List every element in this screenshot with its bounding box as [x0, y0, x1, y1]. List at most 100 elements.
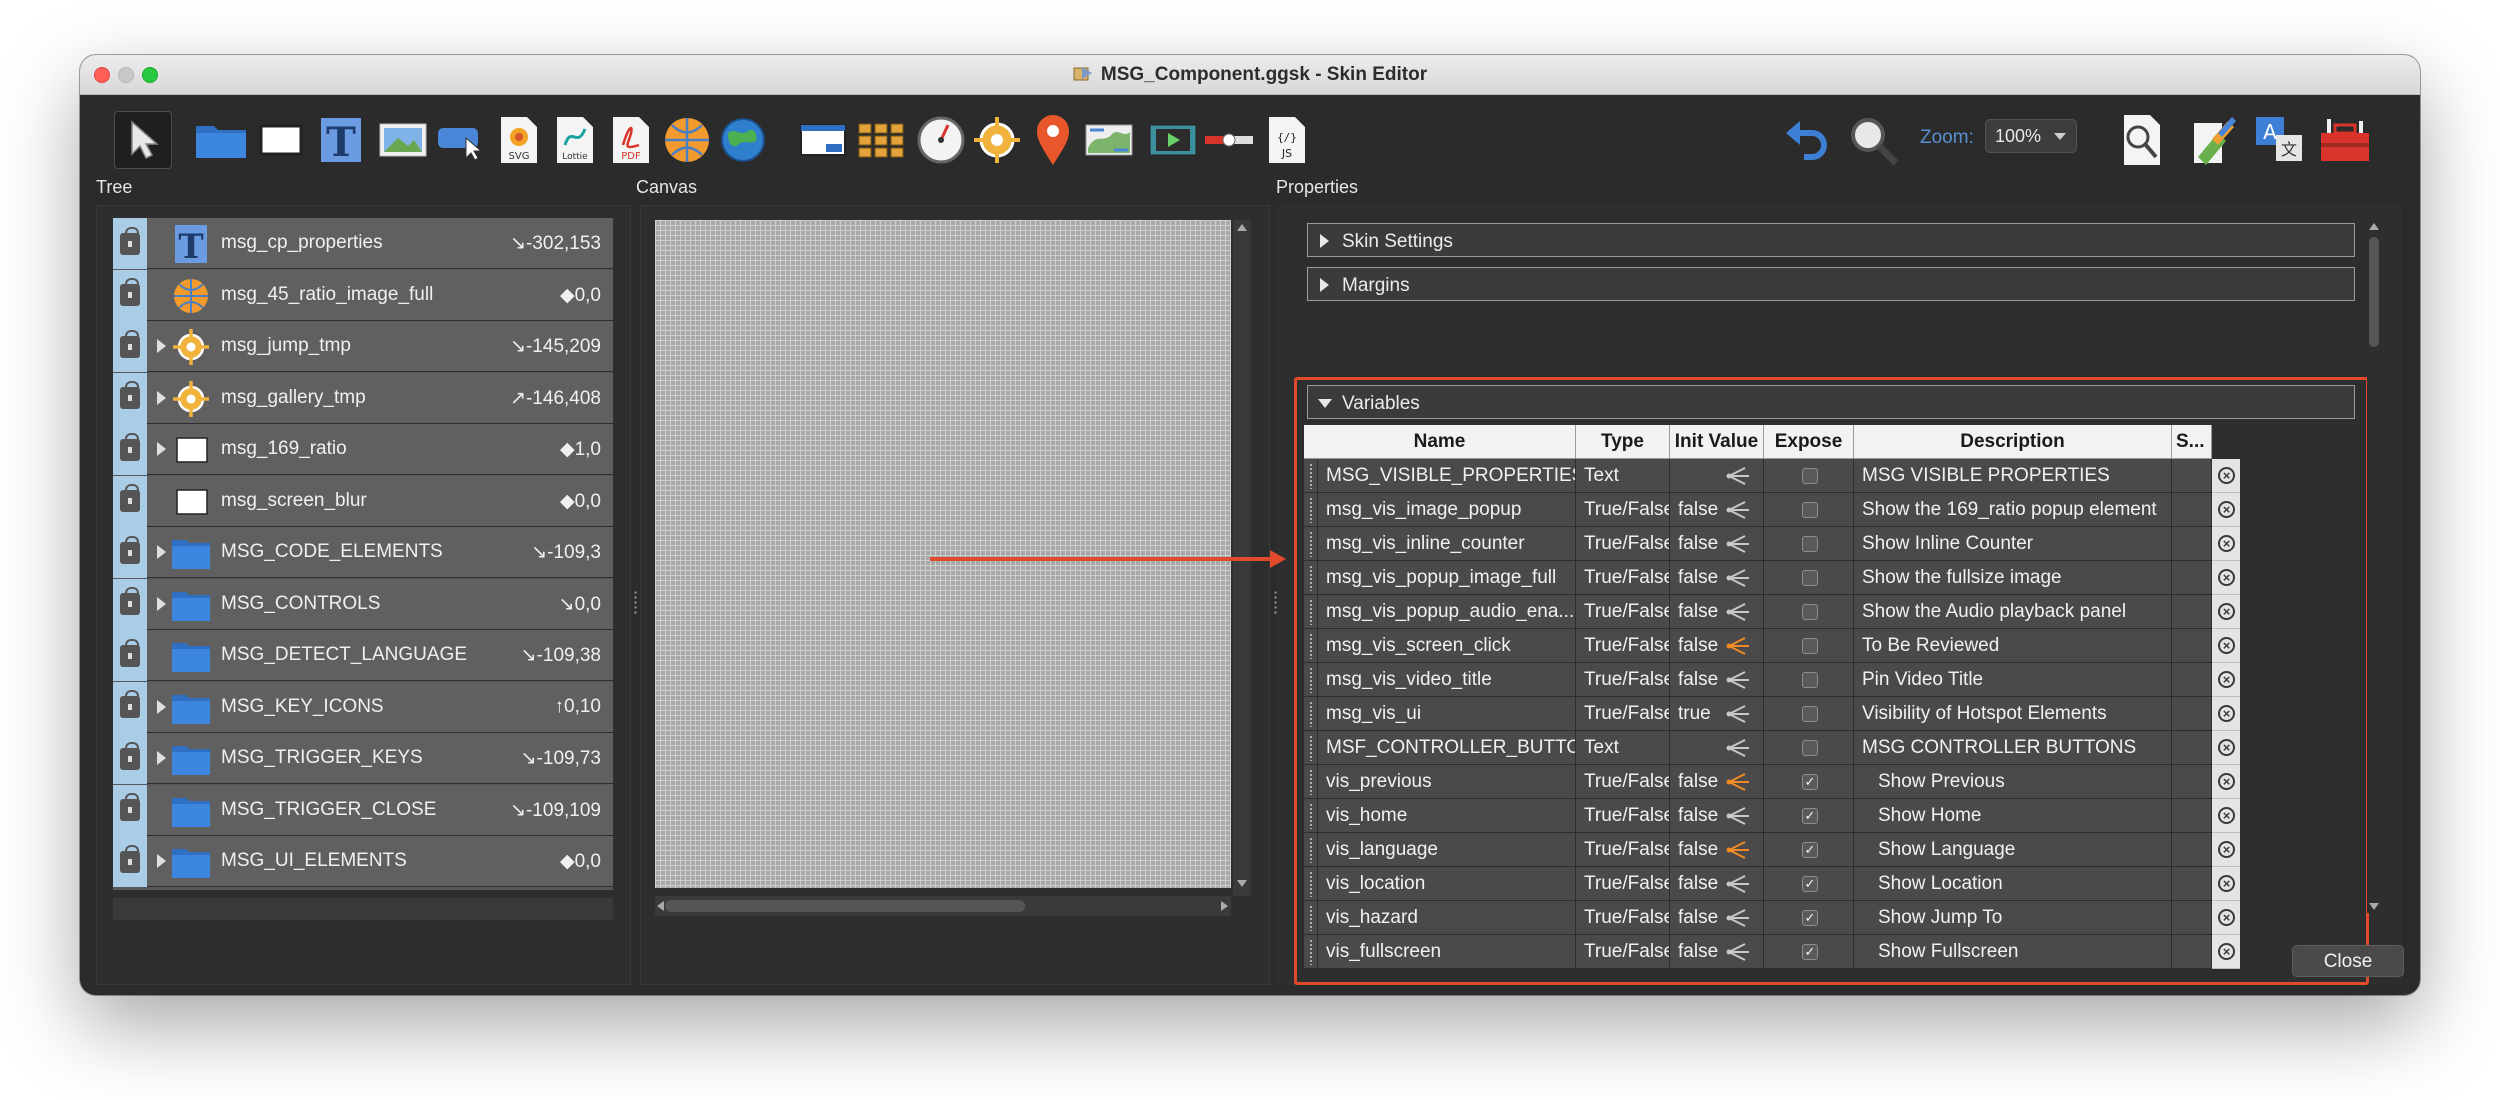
expose-checkbox[interactable]: ✓ — [1802, 876, 1818, 892]
cloud-tool-button[interactable] — [714, 111, 772, 169]
theme-tool-button[interactable] — [2184, 111, 2242, 169]
column-header-s[interactable]: S... — [2172, 425, 2212, 459]
variable-name-cell[interactable]: msg_vis_popup_image_full — [1318, 561, 1576, 595]
variable-row[interactable]: msg_vis_popup_image_full True/False false S… — [1304, 561, 2362, 595]
share-icon[interactable] — [1725, 464, 1751, 488]
map-image-tool-button[interactable] — [1080, 111, 1138, 169]
variable-s-cell[interactable] — [2172, 765, 2212, 799]
variable-row[interactable]: MSF_CONTROLLER_BUTTO... Text MSG CONTROLLE… — [1304, 731, 2362, 765]
share-icon[interactable] — [1725, 804, 1751, 828]
tools-tool-button[interactable] — [2316, 111, 2374, 169]
delete-circle-icon[interactable]: × — [2218, 671, 2235, 688]
delete-circle-icon[interactable]: × — [2218, 841, 2235, 858]
column-header-name[interactable]: Name — [1304, 425, 1576, 459]
row-drag-handle[interactable] — [1304, 459, 1318, 493]
variable-name-cell[interactable]: msg_vis_popup_audio_ena... — [1318, 595, 1576, 629]
column-header-init-value[interactable]: Init Value — [1670, 425, 1764, 459]
variable-type-cell[interactable]: True/False — [1576, 867, 1670, 901]
expose-checkbox[interactable] — [1802, 570, 1818, 586]
share-icon[interactable] — [1725, 838, 1751, 862]
zoom-select[interactable]: 100% — [1985, 119, 2077, 153]
variable-init-cell[interactable] — [1670, 459, 1764, 493]
variable-description-cell[interactable]: Show Jump To — [1854, 901, 2172, 935]
share-icon[interactable] — [1725, 906, 1751, 930]
expand-arrow-icon[interactable] — [157, 442, 166, 456]
variable-row[interactable]: MSG_VISIBLE_PROPERTIES Text MSG VISIBLE PR… — [1304, 459, 2362, 493]
row-drag-handle[interactable] — [1304, 595, 1318, 629]
properties-vertical-scrollbar[interactable] — [2367, 223, 2381, 913]
tree-horizontal-scrollbar[interactable] — [113, 898, 613, 920]
variable-name-cell[interactable]: msg_vis_image_popup — [1318, 493, 1576, 527]
delete-circle-icon[interactable]: × — [2218, 535, 2235, 552]
variable-row[interactable]: msg_vis_ui True/False true Visibility of Ho… — [1304, 697, 2362, 731]
text-tool-button[interactable]: T — [312, 111, 370, 169]
variable-type-cell[interactable]: True/False — [1576, 493, 1670, 527]
variable-init-cell[interactable]: false — [1670, 629, 1764, 663]
variable-description-cell[interactable]: Show Inline Counter — [1854, 527, 2172, 561]
scroll-down-icon[interactable] — [1237, 880, 1247, 887]
lock-toggle[interactable] — [113, 836, 147, 887]
expose-checkbox[interactable]: ✓ — [1802, 910, 1818, 926]
tree-row[interactable]: MSG_KEY_ICONS ↑0,10 — [113, 681, 613, 733]
share-icon[interactable] — [1725, 872, 1751, 896]
lock-toggle[interactable] — [113, 527, 147, 578]
variable-description-cell[interactable]: Pin Video Title — [1854, 663, 2172, 697]
delete-circle-icon[interactable]: × — [2218, 501, 2235, 518]
share-icon[interactable] — [1725, 770, 1751, 794]
variable-description-cell[interactable]: MSG CONTROLLER BUTTONS — [1854, 731, 2172, 765]
share-icon[interactable] — [1725, 566, 1751, 590]
variable-row[interactable]: msg_vis_popup_audio_ena... True/False fals… — [1304, 595, 2362, 629]
variable-name-cell[interactable]: MSG_VISIBLE_PROPERTIES — [1318, 459, 1576, 493]
variable-s-cell[interactable] — [2172, 901, 2212, 935]
variable-s-cell[interactable] — [2172, 493, 2212, 527]
variable-name-cell[interactable]: vis_location — [1318, 867, 1576, 901]
lock-toggle[interactable] — [113, 784, 147, 836]
variable-init-cell[interactable]: false — [1670, 765, 1764, 799]
variable-s-cell[interactable] — [2172, 867, 2212, 901]
delete-circle-icon[interactable]: × — [2218, 467, 2235, 484]
variable-type-cell[interactable]: True/False — [1576, 527, 1670, 561]
variable-description-cell[interactable]: Show Previous — [1854, 765, 2172, 799]
pdf-tool-button[interactable]: PDF — [602, 111, 660, 169]
variable-init-cell[interactable] — [1670, 731, 1764, 765]
variable-type-cell[interactable]: True/False — [1576, 833, 1670, 867]
tree-row[interactable]: msg_45_ratio_image_full ◆0,0 — [113, 269, 613, 321]
row-drag-handle[interactable] — [1304, 935, 1318, 969]
scroll-up-icon[interactable] — [1237, 224, 1247, 231]
canvas-grid[interactable] — [655, 220, 1231, 888]
delete-circle-icon[interactable]: × — [2218, 705, 2235, 722]
variable-init-cell[interactable]: false — [1670, 935, 1764, 969]
share-icon[interactable] — [1725, 634, 1751, 658]
variable-name-cell[interactable]: vis_language — [1318, 833, 1576, 867]
delete-circle-icon[interactable]: × — [2218, 875, 2235, 892]
image-tool-button[interactable] — [374, 111, 432, 169]
zoom-tool-button[interactable] — [1844, 111, 1902, 169]
variable-row[interactable]: vis_language True/False false ✓ Show Languag… — [1304, 833, 2362, 867]
variable-row[interactable]: vis_home True/False false ✓ Show Home × — [1304, 799, 2362, 833]
button-tool-button[interactable] — [432, 111, 490, 169]
expand-arrow-icon[interactable] — [157, 854, 166, 868]
variable-type-cell[interactable]: True/False — [1576, 595, 1670, 629]
row-drag-handle[interactable] — [1304, 867, 1318, 901]
share-icon[interactable] — [1725, 940, 1751, 964]
tree-row[interactable]: msg_gallery_tmp ↗-146,408 — [113, 372, 613, 424]
code-tool-button[interactable]: {/} JS — [1258, 111, 1316, 169]
lock-toggle[interactable] — [113, 269, 147, 321]
variable-row[interactable]: msg_vis_image_popup True/False false Show t… — [1304, 493, 2362, 527]
expand-arrow-icon[interactable] — [157, 339, 166, 353]
tree-row[interactable]: MSG_CONTROLS ↘0,0 — [113, 578, 613, 630]
expand-arrow-icon[interactable] — [157, 596, 166, 611]
delete-circle-icon[interactable]: × — [2218, 739, 2235, 756]
share-icon[interactable] — [1725, 600, 1751, 624]
container-tool-button[interactable] — [192, 111, 250, 169]
expose-checkbox[interactable] — [1802, 672, 1818, 688]
svg-tool-button[interactable]: SVG — [490, 111, 548, 169]
variable-name-cell[interactable]: msg_vis_ui — [1318, 697, 1576, 731]
undo-tool-button[interactable] — [1778, 111, 1836, 169]
video-tool-button[interactable] — [1144, 111, 1202, 169]
expand-arrow-icon[interactable] — [157, 751, 166, 765]
expose-checkbox[interactable]: ✓ — [1802, 774, 1818, 790]
variable-s-cell[interactable] — [2172, 935, 2212, 969]
map-tool-button[interactable] — [658, 111, 716, 169]
variable-init-cell[interactable]: false — [1670, 799, 1764, 833]
